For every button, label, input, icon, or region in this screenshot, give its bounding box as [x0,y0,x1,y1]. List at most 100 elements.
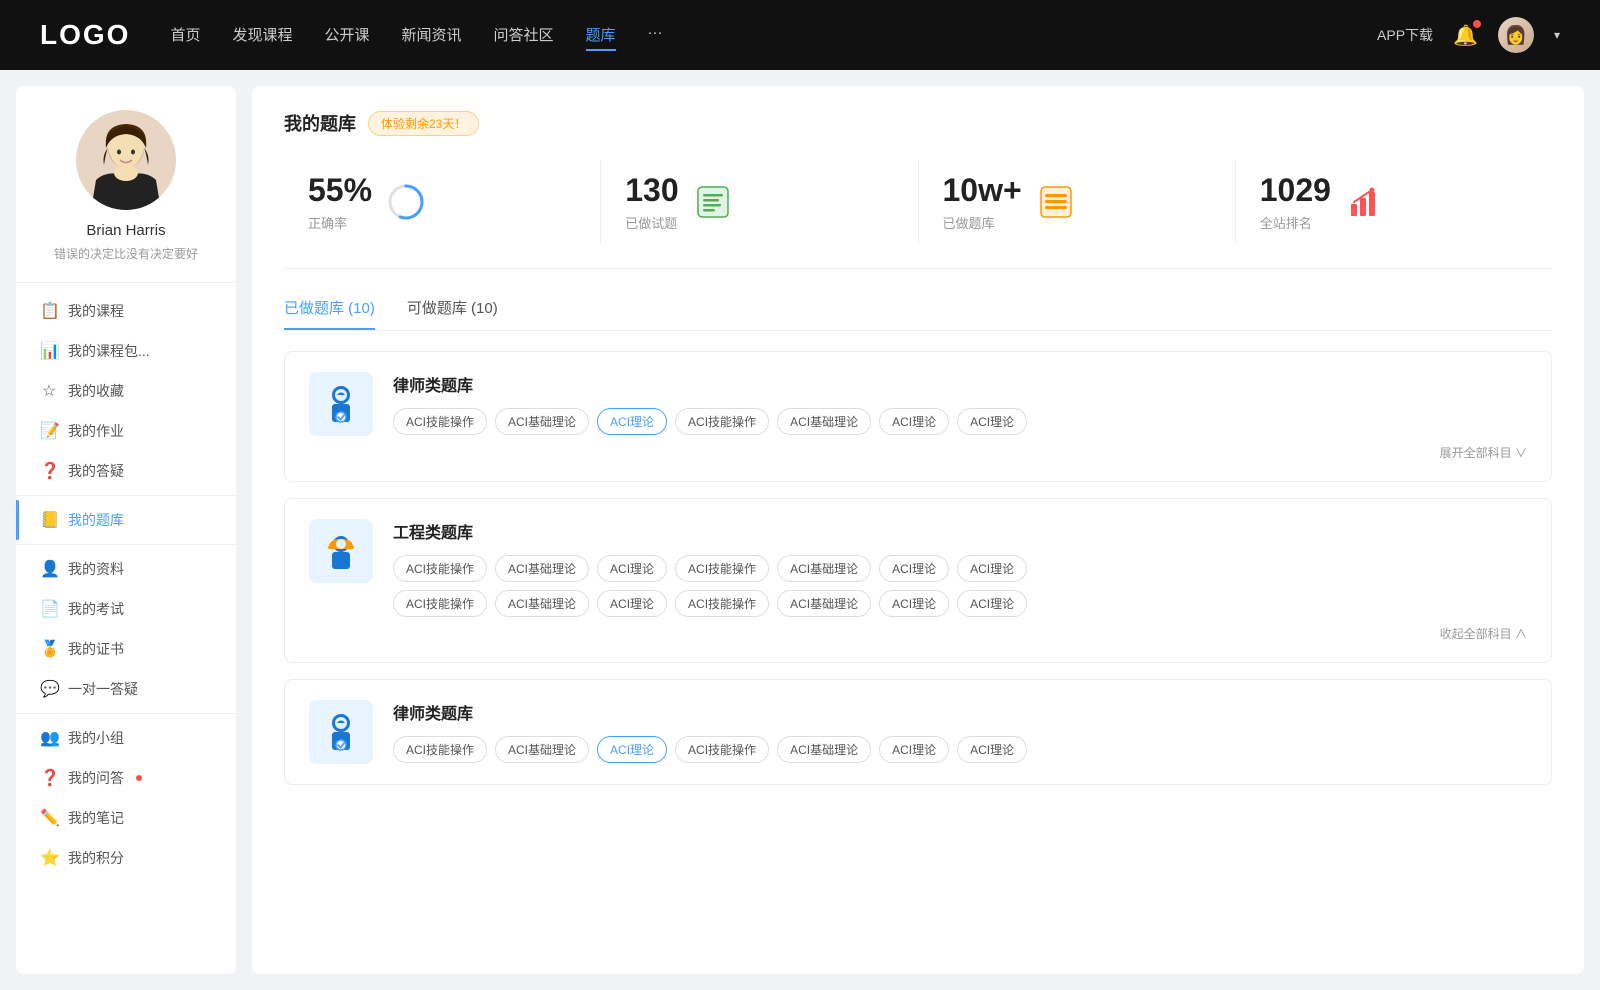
qbank-name-engineer: 工程类题库 [393,519,1527,543]
qbank-tag[interactable]: ACI基础理论 [777,590,871,617]
qbank-tags-engineer-row1: ACI技能操作 ACI基础理论 ACI理论 ACI技能操作 ACI基础理论 AC… [393,555,1527,582]
sidebar-item-profile[interactable]: 👤 我的资料 [16,549,236,589]
nav-qa[interactable]: 问答社区 [494,20,554,51]
nav-home[interactable]: 首页 [170,20,200,51]
sidebar-divider [16,495,236,496]
nav-app-download[interactable]: APP下载 [1377,25,1433,45]
sidebar-menu: 📋 我的课程 📊 我的课程包... ☆ 我的收藏 📝 我的作业 ❓ 我的答疑 � [16,283,236,886]
qbank-name-lawyer-1: 律师类题库 [393,372,1527,396]
qbank-tag[interactable]: ACI基础理论 [495,736,589,763]
qbank-tag[interactable]: ACI理论 [957,736,1027,763]
stat-accuracy-value: 55% [308,172,372,209]
course-package-icon: 📊 [40,341,58,361]
qbank-tag[interactable]: ACI基础理论 [777,408,871,435]
one-on-one-icon: 💬 [40,679,58,699]
sidebar-item-notes[interactable]: ✏️ 我的笔记 [16,798,236,838]
qbank-collapse-btn[interactable]: 收起全部科目 ∧ [309,625,1527,642]
sidebar-item-label: 我的考试 [68,599,124,619]
sidebar-item-certificate[interactable]: 🏅 我的证书 [16,629,236,669]
nav-question-bank[interactable]: 题库 [586,20,616,51]
sidebar-divider-2 [16,544,236,545]
qbank-tag[interactable]: ACI基础理论 [777,555,871,582]
sidebar-item-label: 我的作业 [68,421,124,441]
tab-available-banks[interactable]: 可做题库 (10) [407,297,498,330]
page-header: 我的题库 体验剩余23天！ [284,110,1552,136]
sidebar-item-label: 我的收藏 [68,381,124,401]
sidebar-item-label: 我的题库 [68,510,124,530]
qbank-expand-btn[interactable]: 展开全部科目 ∨ [309,444,1527,461]
qbank-tag[interactable]: ACI技能操作 [393,555,487,582]
tab-done-banks[interactable]: 已做题库 (10) [284,297,375,330]
group-icon: 👥 [40,728,58,748]
sidebar-item-course[interactable]: 📋 我的课程 [16,291,236,331]
main-layout: Brian Harris 错误的决定比没有决定要好 📋 我的课程 📊 我的课程包… [0,70,1600,990]
my-qa-icon: ❓ [40,768,58,788]
qbank-tag-active[interactable]: ACI理论 [597,408,667,435]
qbank-tag[interactable]: ACI理论 [957,555,1027,582]
qbank-tag[interactable]: ACI基础理论 [495,555,589,582]
sidebar-item-label: 我的笔记 [68,808,124,828]
sidebar-item-question-bank[interactable]: 📒 我的题库 [16,500,236,540]
qbank-tag[interactable]: ACI基础理论 [495,408,589,435]
nav-more[interactable]: ··· [648,20,663,51]
sidebar-item-group[interactable]: 👥 我的小组 [16,718,236,758]
nav-notification-bell[interactable]: 🔔 [1453,23,1478,48]
sidebar-item-homework[interactable]: 📝 我的作业 [16,411,236,451]
sidebar-item-my-qa[interactable]: ❓ 我的问答 [16,758,236,798]
points-icon: ⭐ [40,848,58,868]
qbank-tags-lawyer-2: ACI技能操作 ACI基础理论 ACI理论 ACI技能操作 ACI基础理论 AC… [393,736,1527,763]
qbank-tag[interactable]: ACI技能操作 [393,736,487,763]
done-banks-icon [1036,182,1076,222]
ranking-icon [1345,182,1385,222]
tabs-row: 已做题库 (10) 可做题库 (10) [284,297,1552,331]
trial-badge: 体验剩余23天！ [368,111,479,136]
qbank-tag[interactable]: ACI基础理论 [777,736,871,763]
qbank-tag[interactable]: ACI技能操作 [393,590,487,617]
logo: LOGO [40,19,130,51]
stat-ranking-label: 全站排名 [1260,213,1331,232]
notification-dot [1473,20,1481,28]
course-icon: 📋 [40,301,58,321]
nav-avatar[interactable]: 👩 [1498,17,1534,53]
qbank-name-lawyer-2: 律师类题库 [393,700,1527,724]
stat-ranking-value: 1029 [1260,172,1331,209]
sidebar-item-course-package[interactable]: 📊 我的课程包... [16,331,236,371]
qbank-tag[interactable]: ACI技能操作 [675,555,769,582]
qbank-tag[interactable]: ACI技能操作 [393,408,487,435]
qbank-tag-active[interactable]: ACI理论 [597,736,667,763]
sidebar-item-points[interactable]: ⭐ 我的积分 [16,838,236,878]
qbank-tag[interactable]: ACI基础理论 [495,590,589,617]
qbank-tag[interactable]: ACI理论 [597,590,667,617]
sidebar-item-label: 我的答疑 [68,461,124,481]
qbank-tag[interactable]: ACI理论 [879,590,949,617]
sidebar-item-questions[interactable]: ❓ 我的答疑 [16,451,236,491]
nav-dropdown-arrow[interactable]: ▾ [1554,28,1560,42]
bell-icon: 🔔 [1453,25,1478,47]
exam-icon: 📄 [40,599,58,619]
qbank-tag[interactable]: ACI技能操作 [675,590,769,617]
qbank-icon-engineer [309,519,373,583]
qbank-tag[interactable]: ACI理论 [879,736,949,763]
sidebar-item-label: 我的课程 [68,301,124,321]
qbank-tags-lawyer-1: ACI技能操作 ACI基础理论 ACI理论 ACI技能操作 ACI基础理论 AC… [393,408,1527,435]
sidebar-item-favorites[interactable]: ☆ 我的收藏 [16,371,236,411]
nav-links: 首页 发现课程 公开课 新闻资讯 问答社区 题库 ··· [170,20,1337,51]
nav-open-course[interactable]: 公开课 [324,20,369,51]
sidebar-item-one-on-one[interactable]: 💬 一对一答疑 [16,669,236,709]
qbank-tag[interactable]: ACI理论 [957,590,1027,617]
sidebar-item-exam[interactable]: 📄 我的考试 [16,589,236,629]
questions-icon: ❓ [40,461,58,481]
nav-news[interactable]: 新闻资讯 [402,20,462,51]
qbank-tag[interactable]: ACI技能操作 [675,736,769,763]
qbank-tag[interactable]: ACI技能操作 [675,408,769,435]
stat-done-questions: 130 已做试题 [601,160,918,244]
sidebar-item-label: 我的问答 [68,768,124,788]
nav-discover[interactable]: 发现课程 [232,20,292,51]
qbank-tag[interactable]: ACI理论 [879,408,949,435]
qbank-tag[interactable]: ACI理论 [957,408,1027,435]
qbank-tag[interactable]: ACI理论 [597,555,667,582]
profile-icon: 👤 [40,559,58,579]
certificate-icon: 🏅 [40,639,58,659]
qbank-tag[interactable]: ACI理论 [879,555,949,582]
qbank-card-lawyer-2: 律师类题库 ACI技能操作 ACI基础理论 ACI理论 ACI技能操作 ACI基… [284,679,1552,785]
